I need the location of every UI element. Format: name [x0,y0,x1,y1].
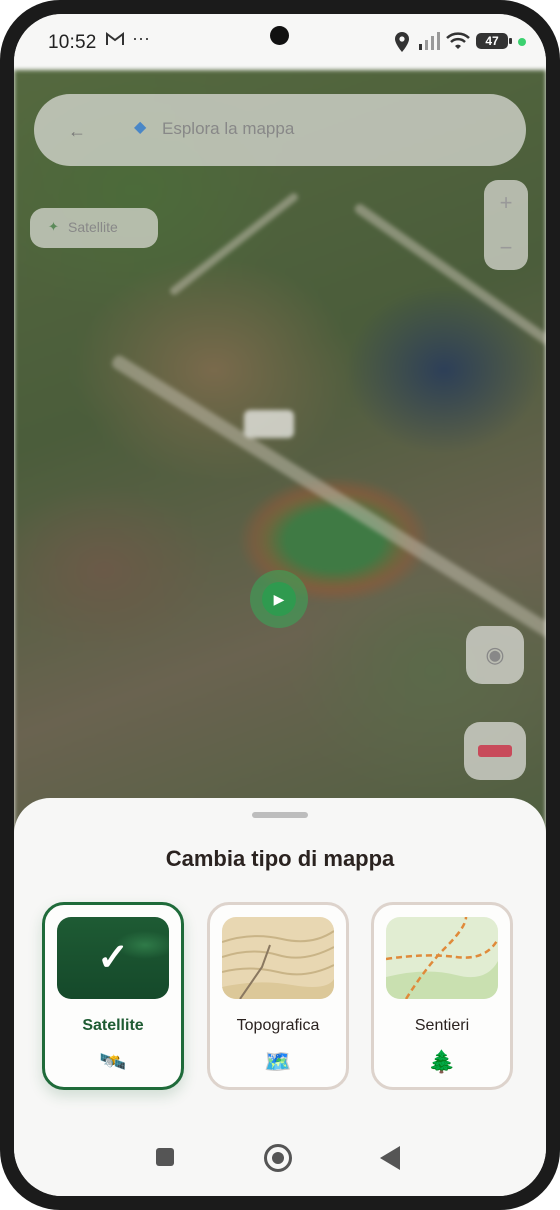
signal-icon [418,32,440,54]
map-building [244,410,294,438]
sheet-title: Cambia tipo di mappa [165,846,395,871]
more-dots-icon: ··· [132,28,150,48]
map-type-label: Topografica [236,1017,320,1034]
record-button[interactable] [464,722,526,780]
screen: 10:52 ··· 47 ← ◆ Esplora la mappa ✦ Sate… [14,14,546,1196]
map-road [109,353,546,641]
map-type-topografica[interactable]: Topografica 🗺️ [207,902,349,1090]
tree-icon: 🌲 [428,1049,456,1074]
play-icon: ▶ [262,582,296,616]
world-map-icon: 🗺️ [264,1049,292,1074]
wifi-icon [446,32,470,54]
system-nav-bar [14,1118,546,1196]
zoom-in-button[interactable]: + [484,180,528,225]
home-button[interactable] [264,1144,292,1172]
back-arrow-icon[interactable]: ← [64,118,90,144]
sheet-drag-handle[interactable] [252,812,308,818]
search-input[interactable]: Esplora la mappa [162,119,294,139]
trails-thumbnail [386,917,498,999]
recents-button[interactable] [156,1148,174,1166]
status-time: 10:52 [48,32,97,53]
back-button[interactable] [380,1146,400,1170]
map-type-sheet: Cambia tipo di mappa ✓ Satellite 🛰️ Topo… [14,798,546,1118]
record-badge [478,745,512,757]
front-camera [270,26,289,45]
map-layer-chip-label: Satellite [68,219,118,235]
map-layer-chip[interactable]: ✦ Satellite [30,208,158,248]
status-bar: 10:52 ··· 47 [14,14,546,70]
map-type-satellite[interactable]: ✓ Satellite 🛰️ [42,902,184,1090]
battery-icon: 47 [476,33,512,49]
map-type-label: Sentieri [414,1017,470,1034]
compass-button[interactable]: ◉ [466,626,524,684]
topographic-thumbnail [222,917,334,999]
location-icon [394,32,410,56]
user-location-marker[interactable]: ▶ [250,570,308,628]
map-type-sentieri[interactable]: Sentieri 🌲 [371,902,513,1090]
zoom-out-button[interactable]: − [484,225,528,270]
search-bar[interactable]: ← ◆ Esplora la mappa [34,94,526,166]
privacy-indicator [518,38,526,46]
zoom-control: + − [484,180,528,270]
map-search-icon: ◆ [134,119,147,136]
map-road [168,191,300,297]
satellite-thumbnail: ✓ [57,917,169,999]
satellite-icon: ✦ [48,219,59,234]
map-view[interactable] [14,70,546,830]
gmail-icon [106,32,124,50]
phone-frame: 10:52 ··· 47 ← ◆ Esplora la mappa ✦ Sate… [0,0,560,1210]
map-type-label: Satellite [82,1017,144,1034]
satellite-icon: 🛰️ [99,1049,127,1074]
check-icon: ✓ [97,937,129,979]
compass-icon: ◉ [485,642,505,667]
